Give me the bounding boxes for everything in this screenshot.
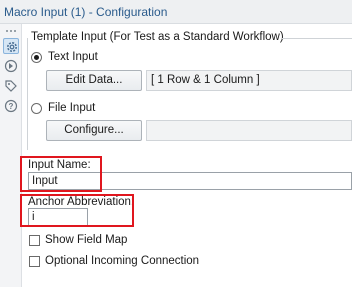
window-title: Macro Input (1) - Configuration <box>4 5 168 19</box>
file-input-path <box>146 120 352 141</box>
group-border <box>27 38 28 150</box>
drag-handle-icon[interactable] <box>6 30 16 34</box>
tag-icon[interactable] <box>3 78 19 94</box>
gear-icon[interactable] <box>3 38 19 54</box>
template-input-group-label: Template Input (For Test as a Standard W… <box>31 31 284 43</box>
text-input-summary: [ 1 Row & 1 Column ] <box>146 70 352 91</box>
optional-incoming-connection-row[interactable]: Optional Incoming Connection <box>29 255 199 267</box>
optional-incoming-connection-checkbox[interactable] <box>29 255 40 267</box>
text-input-radio-row[interactable]: Text Input <box>31 51 98 63</box>
optional-incoming-connection-label: Optional Incoming Connection <box>45 255 200 267</box>
config-sidebar: ? <box>0 24 22 287</box>
configure-button[interactable]: Configure... <box>46 120 142 141</box>
text-input-radio[interactable] <box>31 51 42 63</box>
svg-text:?: ? <box>9 102 14 111</box>
file-input-label: File Input <box>48 102 96 114</box>
workflow-connector-icon[interactable] <box>3 58 19 74</box>
file-input-radio-row[interactable]: File Input <box>31 102 95 114</box>
file-input-radio[interactable] <box>31 102 42 114</box>
show-field-map-label: Show Field Map <box>45 234 128 246</box>
input-name-highlight <box>20 156 102 192</box>
text-input-label: Text Input <box>48 51 98 63</box>
group-divider <box>282 38 352 39</box>
title-bar: Macro Input (1) - Configuration <box>0 0 352 24</box>
help-icon[interactable]: ? <box>3 98 19 114</box>
show-field-map-checkbox[interactable] <box>29 234 40 246</box>
anchor-abbreviation-highlight <box>20 194 134 227</box>
show-field-map-row[interactable]: Show Field Map <box>29 234 127 246</box>
edit-data-button[interactable]: Edit Data... <box>46 70 142 91</box>
